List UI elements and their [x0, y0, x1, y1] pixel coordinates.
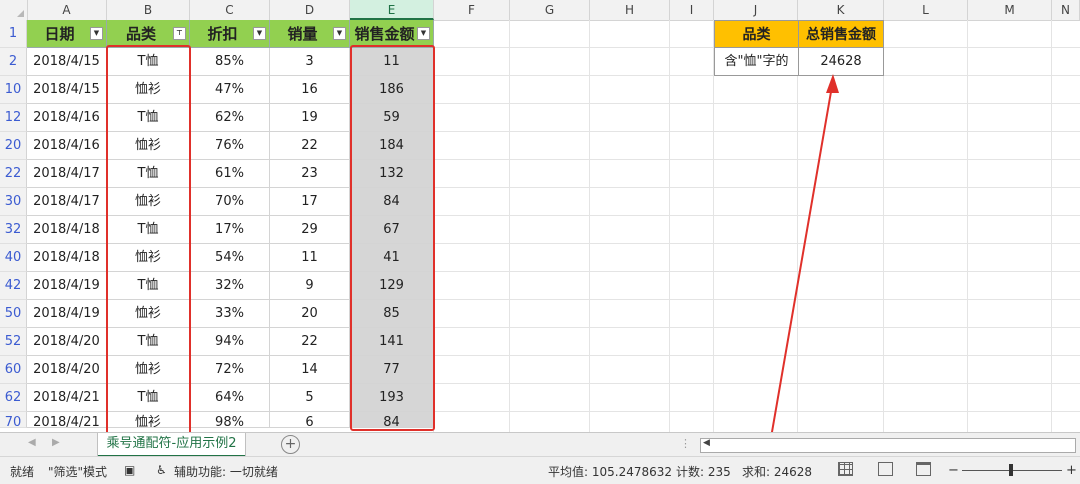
accessibility-icon[interactable]: ♿ [156, 463, 167, 477]
status-accessibility[interactable]: 辅助功能: 一切就绪 [174, 463, 278, 480]
next-sheet-icon[interactable]: ▶ [52, 437, 60, 448]
zoom-in-icon[interactable]: + [1066, 463, 1077, 478]
add-sheet-icon[interactable]: + [281, 435, 300, 454]
page-layout-icon[interactable] [878, 462, 893, 476]
status-filter-mode: "筛选"模式 [48, 465, 108, 479]
annotation-arrow [767, 74, 839, 456]
macro-record-icon[interactable]: ▣ [124, 463, 135, 477]
status-ready: 就绪 [10, 465, 35, 479]
split-handle-icon[interactable]: ⋮ [680, 437, 691, 450]
normal-view-icon[interactable] [838, 462, 853, 476]
zoom-out-icon[interactable]: − [948, 463, 959, 478]
status-bar: 就绪 "筛选"模式 ▣ ♿ 辅助功能: 一切就绪 平均值: 105.247863… [0, 456, 1080, 484]
horizontal-scrollbar[interactable]: ◀ [700, 438, 1076, 453]
sheet-tab-active[interactable]: 乘号通配符-应用示例2 [98, 433, 245, 458]
page-break-preview-icon[interactable] [916, 462, 931, 476]
sheet-tab-bar: ◀ ▶ 乘号通配符-应用示例2 + ⋮ ◀ [0, 432, 1080, 458]
status-average[interactable]: 平均值: 105.2478632 [548, 463, 672, 480]
zoom-slider-thumb[interactable] [1009, 464, 1013, 476]
scroll-left-icon[interactable]: ◀ [703, 438, 710, 448]
status-sum[interactable]: 求和: 24628 [742, 463, 812, 480]
status-count[interactable]: 计数: 235 [676, 463, 731, 480]
prev-sheet-icon[interactable]: ◀ [28, 437, 36, 448]
